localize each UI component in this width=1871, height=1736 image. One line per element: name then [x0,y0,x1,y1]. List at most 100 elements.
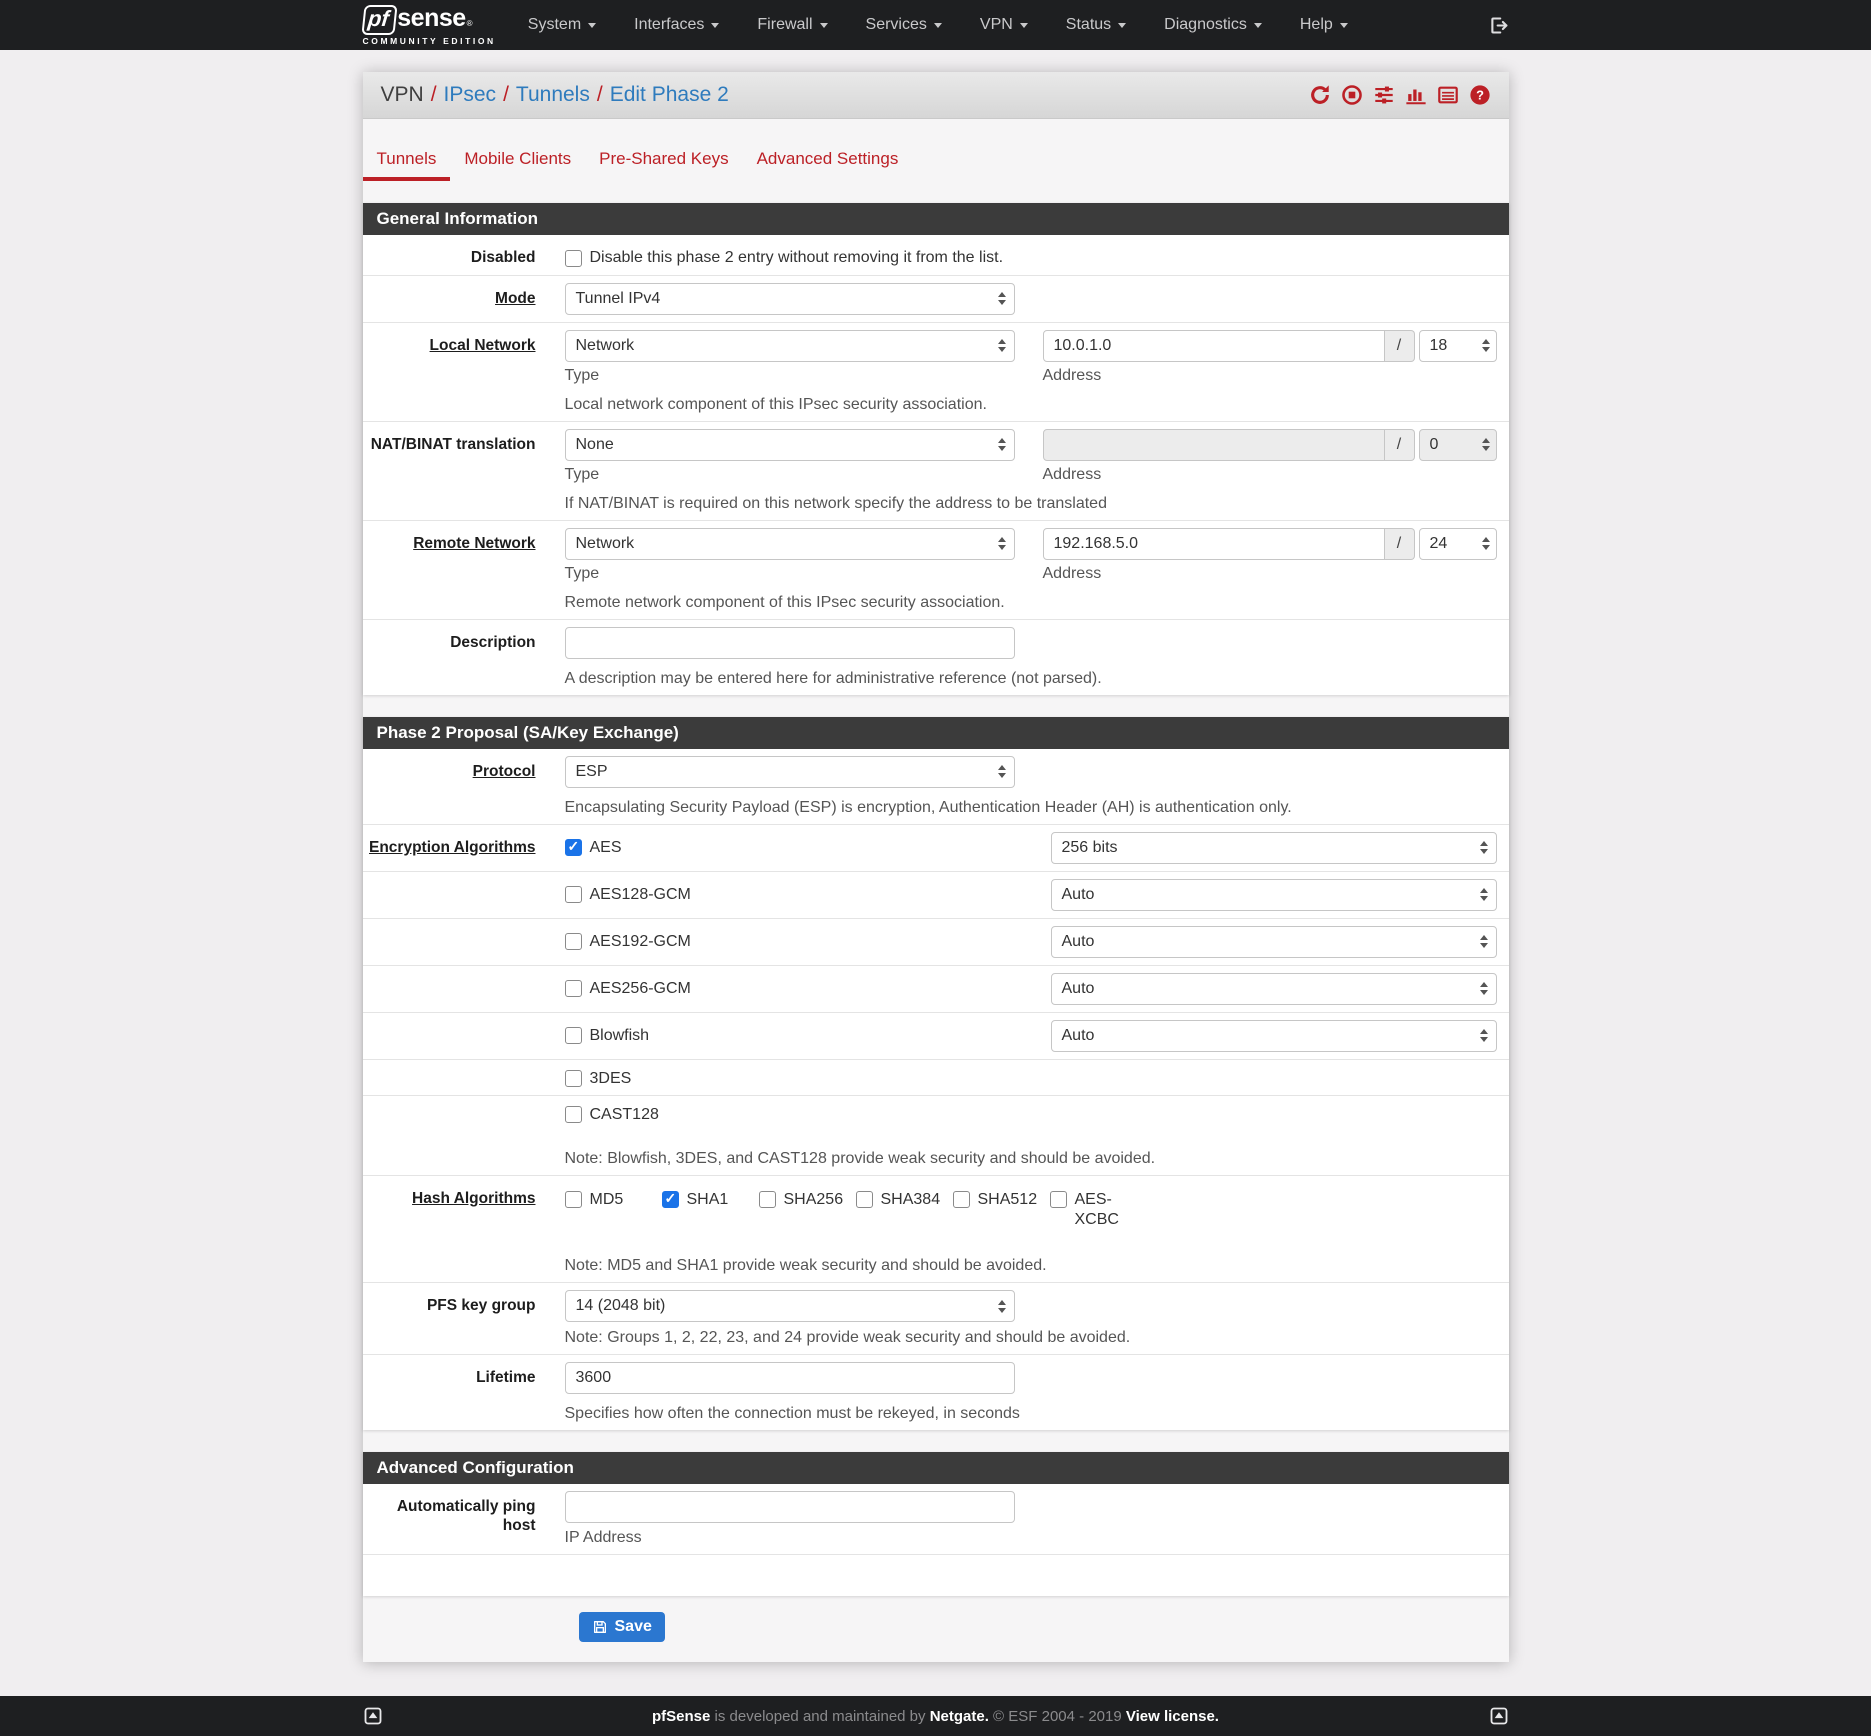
stop-icon[interactable] [1341,84,1363,106]
form-row-pfs-key-group: PFS key group 14 (2048 bit) Note: Groups… [363,1282,1509,1354]
scroll-to-top-icon[interactable] [1489,1706,1509,1726]
save-button[interactable]: Save [579,1612,665,1642]
empty-row [363,1554,1509,1596]
remote-network-prefix-stepper[interactable]: 24 [1419,528,1497,560]
field-help: Local network component of this IPsec se… [565,396,1497,414]
help-icon[interactable]: ? [1469,84,1491,106]
nav-item-system[interactable]: System [528,16,596,34]
ping-host-input[interactable] [565,1491,1015,1523]
form-row-protocol: Protocol ESP Encapsulating Security Payl… [363,749,1509,824]
field-label: Hash Algorithms [363,1183,536,1209]
nav-item-firewall[interactable]: Firewall [757,16,827,34]
tab-advanced-settings[interactable]: Advanced Settings [743,143,913,181]
disabled-checkbox[interactable] [565,250,582,267]
remote-network-address-input[interactable] [1043,528,1385,560]
nat-address-input [1043,429,1385,461]
nav-item-help[interactable]: Help [1300,16,1348,34]
breadcrumb-link-ipsec[interactable]: IPsec [444,83,497,107]
select-value: Auto [1062,933,1095,951]
local-network-address-input[interactable] [1043,330,1385,362]
netgate-link[interactable]: Netgate. [930,1708,989,1725]
hash-note: Note: MD5 and SHA1 provide weak security… [565,1257,1497,1275]
chevron-down-icon [1118,23,1126,28]
cast128-checkbox[interactable] [565,1106,582,1123]
form-row-disabled: Disabled Disable this phase 2 entry with… [363,235,1509,275]
sha384-checkbox[interactable] [856,1191,873,1208]
pfs-note: Note: Groups 1, 2, 22, 23, and 24 provid… [565,1329,1497,1347]
form-row-encryption-aes: Encryption Algorithms AES 256 bits [363,824,1509,871]
description-input[interactable] [565,627,1015,659]
stepper-arrows-icon [1482,438,1490,451]
tab-mobile-clients[interactable]: Mobile Clients [450,143,585,181]
select-arrows-icon [998,339,1006,352]
nat-type-select[interactable]: None [565,429,1015,461]
form-row-lifetime: Lifetime Specifies how often the connect… [363,1354,1509,1430]
bar-chart-icon[interactable] [1405,84,1427,106]
form-row-hash-algorithms: Hash Algorithms MD5 SHA1 [363,1175,1509,1283]
breadcrumb: VPN / IPsec / Tunnels / Edit Phase 2 [381,83,729,107]
form-row-remote-network: Remote Network Network / 24 [363,520,1509,619]
breadcrumb-link-tunnels[interactable]: Tunnels [516,83,590,107]
nav-item-status[interactable]: Status [1066,16,1126,34]
aes128gcm-keylen-select[interactable]: Auto [1051,879,1497,911]
form-row-mode: Mode Tunnel IPv4 [363,275,1509,322]
lifetime-input[interactable] [565,1362,1015,1394]
nav-item-diagnostics[interactable]: Diagnostics [1164,16,1262,34]
md5-checkbox[interactable] [565,1191,582,1208]
chevron-down-icon [588,23,596,28]
field-label: Disabled [363,242,536,268]
sign-out-icon[interactable] [1488,15,1509,36]
nav-item-interfaces[interactable]: Interfaces [634,16,719,34]
aes192gcm-keylen-select[interactable]: Auto [1051,926,1497,958]
chevron-down-icon [711,23,719,28]
pfsense-logo[interactable]: pfsense® COMMUNITY EDITION [363,5,496,46]
aes192gcm-checkbox[interactable] [565,933,582,950]
3des-checkbox[interactable] [565,1070,582,1087]
nav-item-vpn[interactable]: VPN [980,16,1028,34]
encryption-note: Note: Blowfish, 3DES, and CAST128 provid… [565,1150,1497,1168]
tab-pre-shared-keys[interactable]: Pre-Shared Keys [585,143,742,181]
select-value: 256 bits [1062,839,1118,857]
slash-separator: / [1385,330,1415,362]
blowfish-keylen-select[interactable]: Auto [1051,1020,1497,1052]
view-license-link[interactable]: View license. [1126,1708,1219,1725]
refresh-icon[interactable] [1309,84,1331,106]
aes-checkbox[interactable] [565,839,582,856]
sliders-icon[interactable] [1373,84,1395,106]
blowfish-checkbox[interactable] [565,1027,582,1044]
sha1-checkbox[interactable] [662,1191,679,1208]
aes256gcm-checkbox[interactable] [565,980,582,997]
slash-separator: / [1385,429,1415,461]
logo-pf-mark: pf [361,5,397,35]
select-arrows-icon [1480,935,1488,948]
remote-network-type-select[interactable]: Network [565,528,1015,560]
aes128gcm-checkbox[interactable] [565,886,582,903]
algorithm-name: CAST128 [590,1106,659,1124]
aes-xcbc-checkbox[interactable] [1050,1191,1067,1208]
slash-separator: / [1385,528,1415,560]
select-arrows-icon [998,537,1006,550]
field-label: PFS key group [363,1290,536,1316]
type-caption: Type [565,367,1043,385]
hash-option-sha512: SHA512 [953,1190,1050,1232]
nav-item-services[interactable]: Services [866,16,942,34]
aes256gcm-keylen-select[interactable]: Auto [1051,973,1497,1005]
scroll-to-top-icon[interactable] [363,1706,383,1726]
form-row-encryption-blowfish: Blowfish Auto [363,1012,1509,1059]
aes-keylen-select[interactable]: 256 bits [1051,832,1497,864]
sha512-checkbox[interactable] [953,1191,970,1208]
hash-option-aes-xcbc: AES-XCBC [1050,1190,1108,1232]
local-network-type-select[interactable]: Network [565,330,1015,362]
protocol-select[interactable]: ESP [565,756,1015,788]
table-icon[interactable] [1437,84,1459,106]
form-row-encryption-aes256gcm: AES256-GCM Auto [363,965,1509,1012]
nat-prefix-stepper: 0 [1419,429,1497,461]
pfs-key-group-select[interactable]: 14 (2048 bit) [565,1290,1015,1322]
sha256-checkbox[interactable] [759,1191,776,1208]
select-value: Network [576,337,635,355]
mode-select[interactable]: Tunnel IPv4 [565,283,1015,315]
local-network-prefix-stepper[interactable]: 18 [1419,330,1497,362]
footer: pfSense is developed and maintained by N… [0,1696,1871,1736]
form-row-encryption-aes128gcm: AES128-GCM Auto [363,871,1509,918]
tab-tunnels[interactable]: Tunnels [363,143,451,181]
